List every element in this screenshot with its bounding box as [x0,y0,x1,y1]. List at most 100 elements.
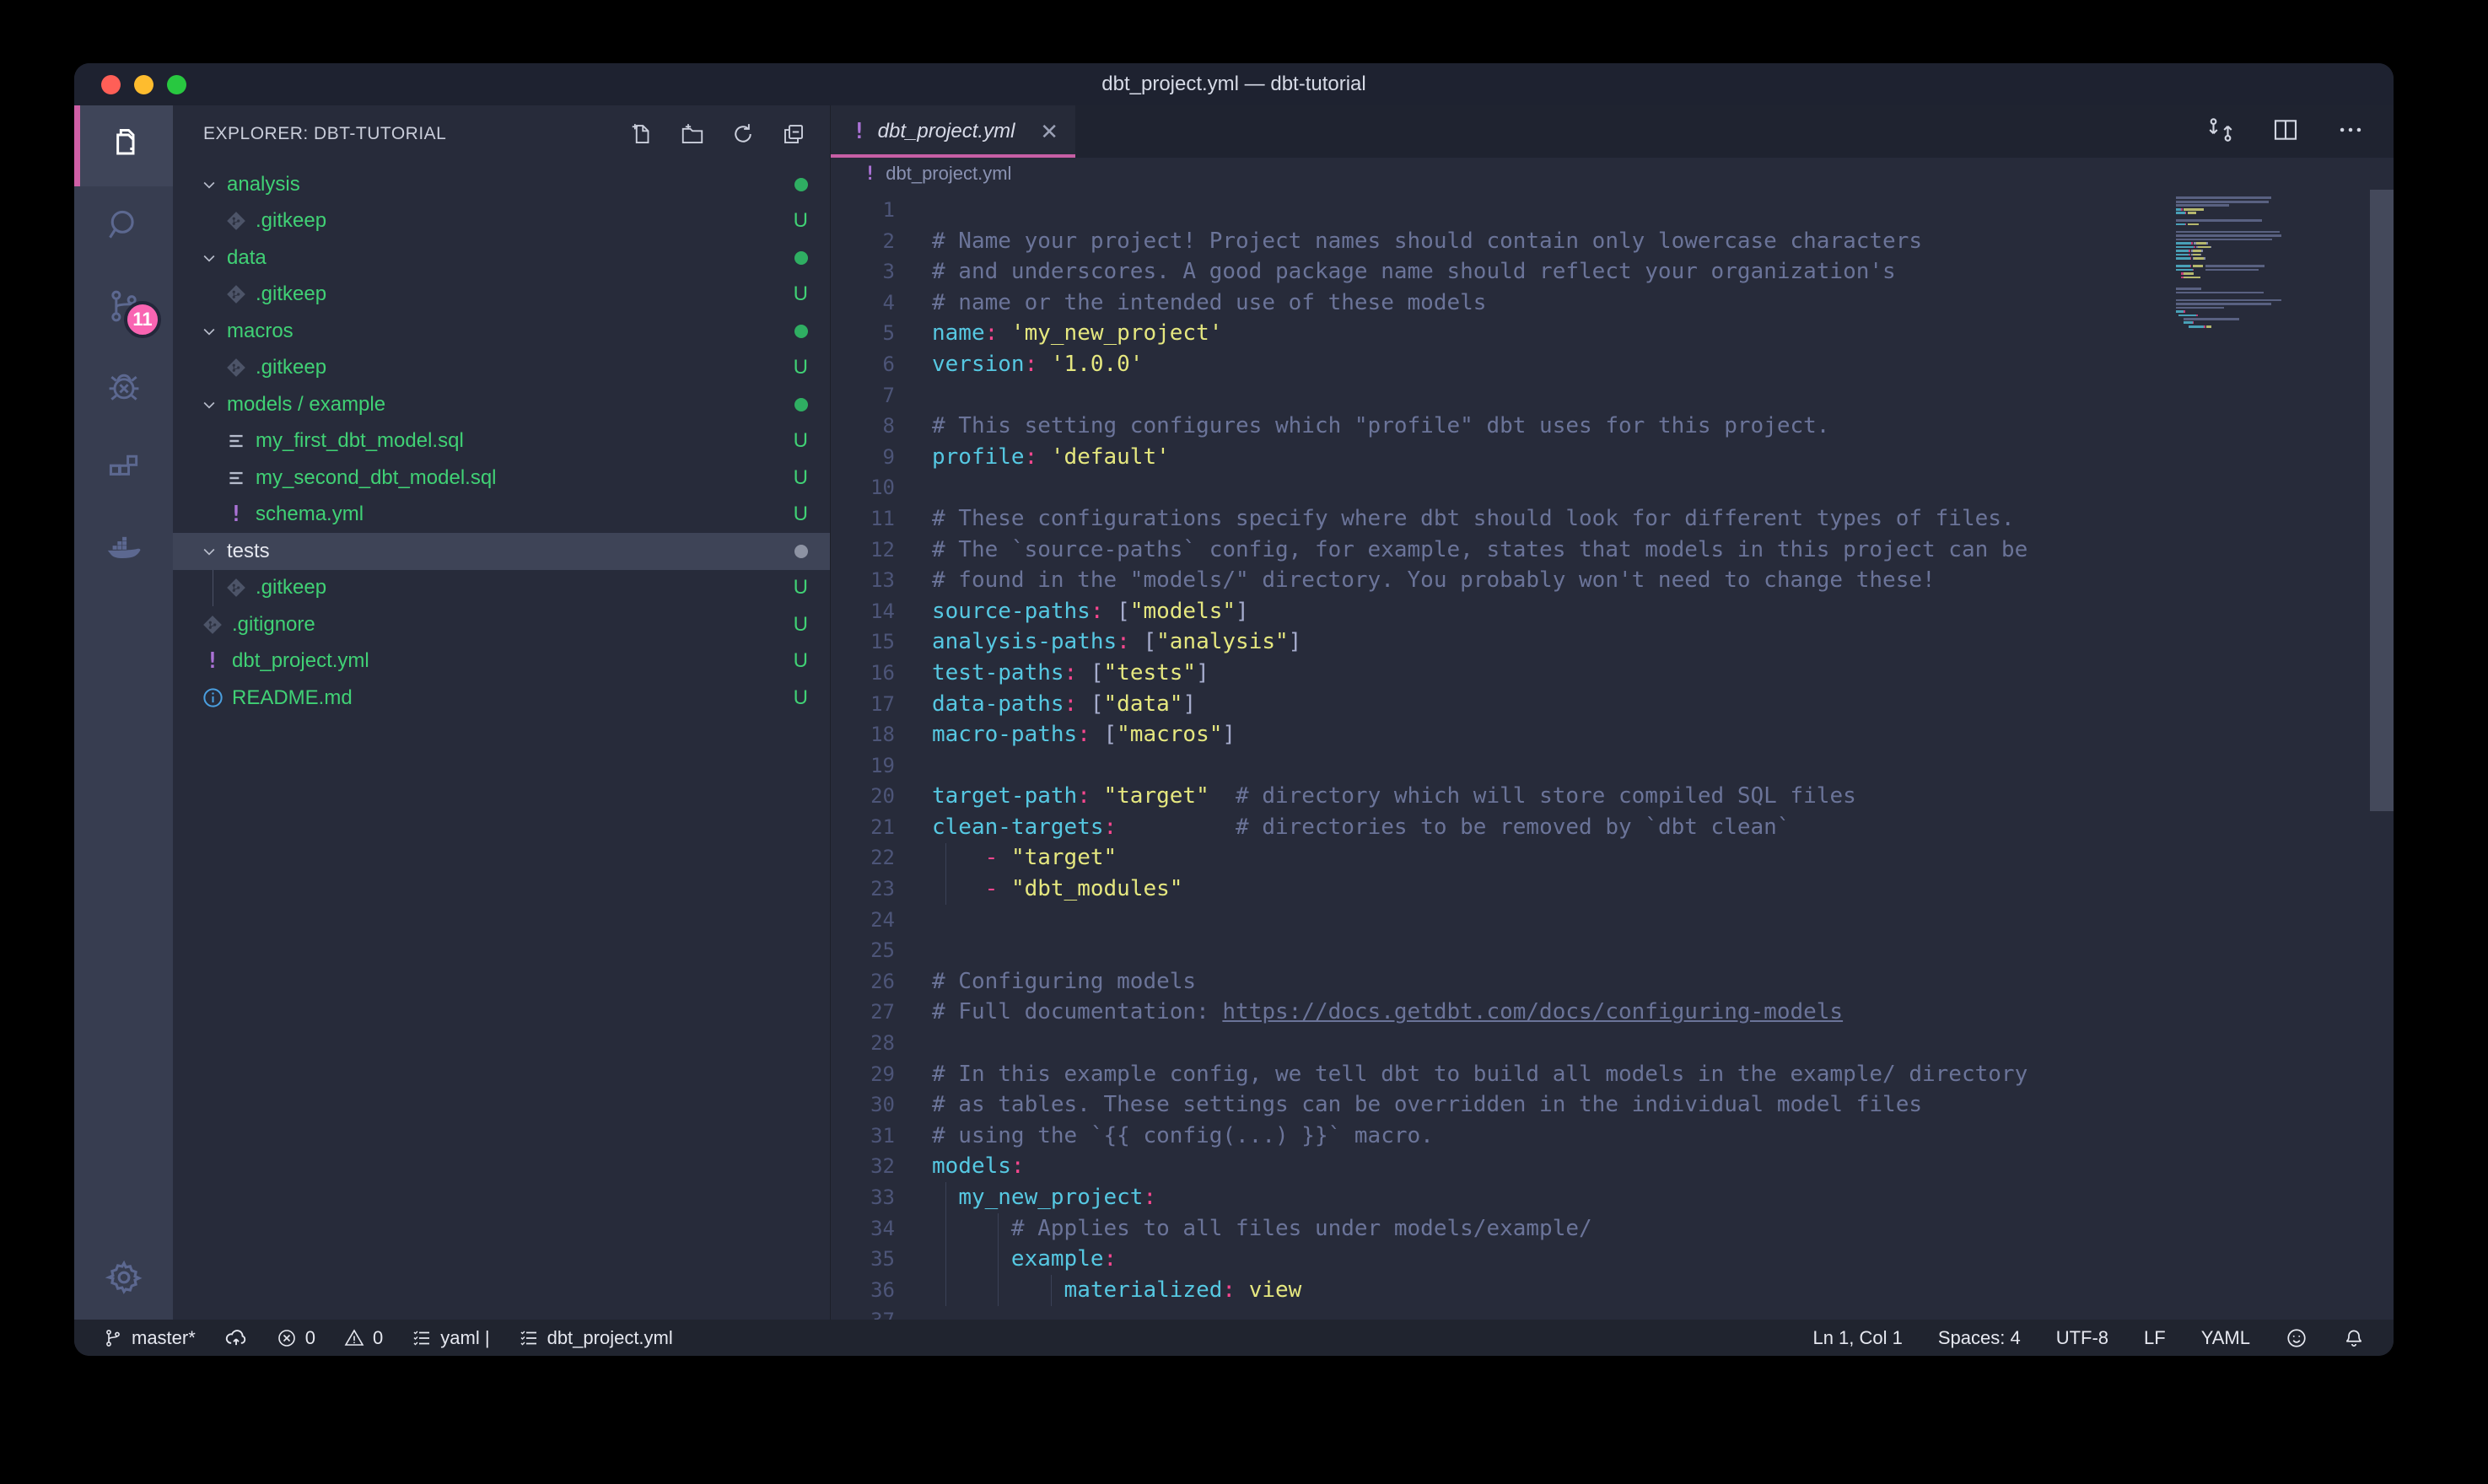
close-window-button[interactable] [101,75,121,94]
split-editor-icon[interactable] [2272,116,2299,148]
sidebar-item-explorer[interactable] [74,105,173,186]
code-line-24: 24 [831,905,2394,936]
debug-icon [105,368,143,410]
line-number: 12 [831,535,895,566]
git-status-badge: U [794,503,808,526]
line-number: 29 [831,1059,895,1090]
code-line-4: 4# name or the intended use of these mod… [831,288,2394,319]
minimap[interactable] [2176,193,2368,333]
line-number: 7 [831,380,895,411]
code-line-30: 30# as tables. These settings can be ove… [831,1089,2394,1121]
explorer-icon [105,126,143,167]
tree-file-my-second-dbt-model-sql[interactable]: my_second_dbt_model.sqlU [173,460,830,497]
line-number: 16 [831,658,895,689]
warning-triangle-icon [344,1328,364,1348]
tree-file--gitkeep[interactable]: .gitkeepU [173,203,830,240]
code-line-35: 35 example: [831,1244,2394,1275]
sidebar-item-docker[interactable] [74,510,173,591]
tree-file-readme-md[interactable]: README.mdU [173,680,830,717]
code-line-26: 26# Configuring models [831,966,2394,997]
sidebar-item-source-control[interactable]: 11 [74,267,173,348]
tree-item-label: schema.yml [256,503,794,526]
tree-file--gitignore[interactable]: .gitignoreU [173,606,830,643]
tree-folder-data[interactable]: data [173,239,830,277]
code-line-5: 5name: 'my_new_project' [831,318,2394,349]
tree-item-label: README.md [232,686,794,710]
code-line-36: 36 materialized: view [831,1275,2394,1306]
line-number: 17 [831,689,895,720]
line-number: 35 [831,1244,895,1275]
code-editor[interactable]: 12# Name your project! Project names sho… [831,190,2394,1320]
tree-folder-models-example[interactable]: models / example [173,386,830,423]
tree-folder-tests[interactable]: tests [173,533,830,570]
line-number: 21 [831,812,895,843]
line-number: 10 [831,472,895,503]
tree-item-label: my_second_dbt_model.sql [256,466,794,490]
code-line-29: 29# In this example config, we tell dbt … [831,1059,2394,1090]
chevron-down-icon[interactable] [197,250,222,266]
tree-item-label: .gitignore [232,613,794,637]
git-status-dot [794,178,808,191]
code-line-32: 32models: [831,1151,2394,1182]
code-line-16: 16test-paths: ["tests"] [831,658,2394,689]
new-folder-icon[interactable] [680,121,705,147]
code-line-33: 33 my_new_project: [831,1182,2394,1213]
tree-file-my-first-dbt-model-sql[interactable]: my_first_dbt_model.sqlU [173,423,830,460]
status-right-bell[interactable] [2343,1327,2365,1349]
status-right-lf[interactable]: LF [2144,1327,2166,1349]
tree-file--gitkeep[interactable]: .gitkeepU [173,277,830,314]
collapse-all-icon[interactable] [781,121,806,147]
status-label: Spaces: 4 [1938,1327,2021,1349]
status-left-0[interactable]: 0 [344,1327,383,1349]
chevron-down-icon[interactable] [197,543,222,560]
tree-file--gitkeep[interactable]: .gitkeepU [173,570,830,607]
tree-item-label: data [227,246,794,270]
close-tab-icon[interactable]: ✕ [1040,119,1058,145]
chevron-down-icon[interactable] [197,176,222,193]
status-left-0[interactable]: 0 [277,1327,315,1349]
chevron-down-icon[interactable] [197,323,222,340]
bell-icon [2343,1327,2365,1349]
breadcrumb[interactable]: ! dbt_project.yml [831,158,2394,190]
code-line-22: 22 - "target" [831,842,2394,874]
chevron-down-icon[interactable] [197,396,222,413]
code-line-27: 27# Full documentation: https://docs.get… [831,997,2394,1028]
new-file-icon[interactable] [629,121,654,147]
tab-dbt-project-yml[interactable]: ! dbt_project.yml ✕ [831,105,1075,158]
status-right-spaces-4[interactable]: Spaces: 4 [1938,1327,2021,1349]
sidebar-item-search[interactable] [74,186,173,267]
sidebar-item-settings[interactable] [74,1239,173,1320]
git-status-dot [794,545,808,558]
tree-item-label: .gitkeep [256,209,794,233]
status-right-yaml[interactable]: YAML [2201,1327,2250,1349]
line-number: 36 [831,1275,895,1306]
status-right-utf-8[interactable]: UTF-8 [2056,1327,2108,1349]
sidebar-item-extensions[interactable] [74,429,173,510]
yaml-file-icon: ! [853,119,866,144]
tree-item-label: .gitkeep [256,282,794,306]
git-status-dot [794,251,808,265]
open-changes-icon[interactable] [2206,116,2235,148]
status-left-yaml[interactable]: yaml | [412,1327,489,1349]
status-left-cloud-upload[interactable] [224,1326,248,1350]
minimize-window-button[interactable] [134,75,153,94]
refresh-icon[interactable] [730,121,756,147]
tree-item-label: analysis [227,173,794,196]
sidebar-item-debug[interactable] [74,348,173,429]
maximize-window-button[interactable] [167,75,186,94]
indent-guide [998,1213,999,1306]
tree-folder-macros[interactable]: macros [173,313,830,350]
status-right-ln-1-col-1[interactable]: Ln 1, Col 1 [1812,1327,1902,1349]
status-left-dbt-project-yml[interactable]: dbt_project.yml [519,1327,673,1349]
tree-folder-analysis[interactable]: analysis [173,166,830,203]
tree-file-dbt-project-yml[interactable]: !dbt_project.ymlU [173,643,830,680]
status-right-smiley[interactable] [2286,1327,2308,1349]
tree-file--gitkeep[interactable]: .gitkeepU [173,350,830,387]
line-number: 5 [831,318,895,349]
more-actions-icon[interactable] [2336,116,2365,148]
status-left-master[interactable]: master* [103,1327,196,1349]
vertical-scrollbar[interactable] [2370,190,2394,811]
tree-file-schema-yml[interactable]: !schema.ymlU [173,497,830,534]
code-line-8: 8# This setting configures which "profil… [831,411,2394,442]
line-number: 4 [831,288,895,319]
